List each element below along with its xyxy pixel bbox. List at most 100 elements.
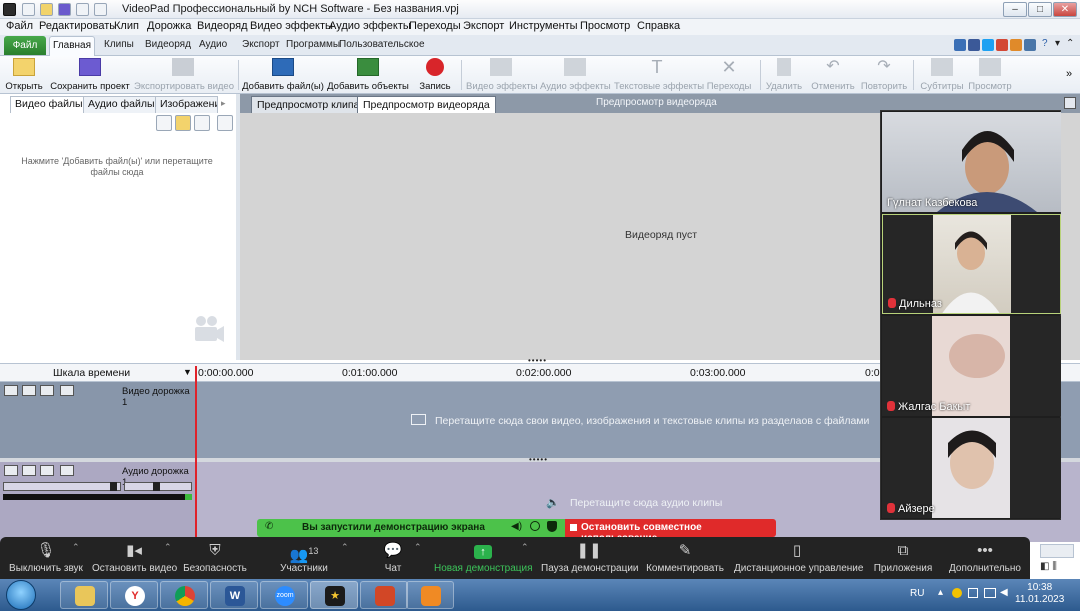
tray-expand-icon[interactable]: ▴ (938, 587, 943, 598)
clock-icon[interactable] (530, 521, 540, 531)
delete-button[interactable]: Удалить (764, 58, 804, 94)
tab-home[interactable]: Главная (49, 36, 95, 56)
lock-track-icon[interactable] (60, 385, 74, 396)
shield-icon[interactable] (547, 521, 557, 532)
save-icon[interactable] (58, 3, 71, 16)
save-project-button[interactable]: Сохранить проект (50, 58, 130, 94)
menu-sequence[interactable]: Видеоряд (197, 20, 248, 32)
tab-sequence[interactable]: Видеоряд (145, 39, 191, 50)
tab-file[interactable]: Файл (4, 36, 46, 55)
tab-scroll-right-icon[interactable]: ▸ (221, 98, 226, 109)
text-effects-button[interactable]: T Текстовые эффекты (614, 58, 704, 94)
track-effects-icon[interactable] (40, 385, 54, 396)
timeline-dropdown-icon[interactable]: ▼ (183, 367, 192, 377)
tab-images[interactable]: Изображени (155, 96, 218, 113)
volume-icon[interactable]: ◀ (1000, 587, 1008, 598)
participant-tile[interactable]: Дильназ (882, 214, 1061, 314)
redo-button[interactable]: ↷ Повторить (860, 58, 908, 94)
menu-export[interactable]: Экспорт (463, 20, 504, 32)
undock-icon[interactable] (217, 115, 233, 131)
tab-clips[interactable]: Клипы (104, 39, 134, 50)
tab-programs[interactable]: Программы (286, 39, 340, 50)
menu-video-effects[interactable]: Видео эффекты (250, 20, 333, 32)
preview-button[interactable]: Просмотр (968, 58, 1012, 94)
menu-transitions[interactable]: Переходы (409, 20, 461, 32)
chevron-up-icon[interactable]: ⌃ (341, 542, 349, 553)
transitions-button[interactable]: ✕ Переходы (704, 58, 754, 94)
clock[interactable]: 10:38 11.01.2023 (1015, 582, 1064, 606)
menu-track[interactable]: Дорожка (147, 20, 191, 32)
menu-help[interactable]: Справка (637, 20, 680, 32)
tab-audio[interactable]: Аудио (199, 39, 227, 50)
zoom-scroll-control[interactable] (1040, 544, 1074, 558)
redo-icon[interactable] (94, 3, 107, 16)
add-files-button[interactable]: Добавить файл(ы) (242, 58, 324, 94)
network-icon[interactable] (984, 588, 996, 598)
flag-icon[interactable] (968, 588, 978, 598)
help-icon[interactable]: ? (1042, 38, 1048, 49)
taskbar-explorer[interactable] (60, 581, 108, 609)
taskbar-chrome[interactable] (160, 581, 208, 609)
tab-clip-preview[interactable]: Предпросмотр клипа (251, 96, 366, 113)
options-chevron-icon[interactable]: ▾ (1055, 38, 1060, 49)
pan-slider[interactable] (124, 482, 192, 491)
subtitles-button[interactable]: Субтитры (918, 58, 966, 94)
participants-button[interactable]: 👥13 Участники (276, 537, 332, 579)
stop-share-button[interactable]: Остановить совместное использование (565, 519, 776, 544)
add-objects-button[interactable]: Добавить объекты (327, 58, 409, 94)
new-share-button[interactable]: ↑ Новая демонстрация (434, 537, 533, 579)
new-icon[interactable] (22, 3, 35, 16)
menu-view[interactable]: Просмотр (580, 20, 630, 32)
visibility-eye-icon[interactable] (22, 385, 36, 396)
maximize-button[interactable]: □ (1028, 2, 1052, 17)
screen-share-banner[interactable]: ✆ Вы запустили демонстрацию экрана ◀) (257, 519, 565, 537)
taskbar-powerpoint[interactable] (360, 581, 408, 609)
apps-button[interactable]: ⧉ Приложения (872, 537, 934, 579)
menu-edit[interactable]: Редактировать (39, 20, 115, 32)
menu-tools[interactable]: Инструменты (509, 20, 578, 32)
like-icon[interactable] (954, 39, 966, 51)
menu-clip[interactable]: Клип (114, 20, 139, 32)
add-folder-icon[interactable] (175, 115, 191, 131)
share-icon[interactable] (1010, 39, 1022, 51)
list-view-icon[interactable] (194, 115, 210, 131)
annotate-button[interactable]: ✎ Комментировать (646, 537, 724, 579)
social-icon[interactable] (1024, 39, 1036, 51)
close-button[interactable]: ✕ (1053, 2, 1077, 17)
pause-share-button[interactable]: ❚❚ Пауза демонстрации (541, 537, 639, 579)
participant-tile[interactable]: Айзере (882, 418, 1061, 518)
more-button[interactable]: ••• Дополнительно (948, 537, 1022, 579)
volume-slider[interactable] (3, 482, 121, 491)
sliders-icon[interactable]: ◧ ⫼ (1040, 561, 1074, 577)
open-button[interactable]: Открыть (4, 58, 44, 94)
google-plus-icon[interactable] (996, 39, 1008, 51)
participant-tile[interactable]: Гүлнат Казбекова (882, 112, 1061, 212)
undo-button[interactable]: ↶ Отменить (810, 58, 856, 94)
security-button[interactable]: ⛨ Безопасность (182, 537, 248, 579)
video-effects-button[interactable]: Видео эффекты (466, 58, 538, 94)
menu-file[interactable]: Файл (6, 20, 33, 32)
facebook-icon[interactable] (968, 39, 980, 51)
ribbon-overflow-icon[interactable]: » (1066, 68, 1072, 80)
language-indicator[interactable]: RU (910, 588, 924, 599)
minimize-button[interactable]: – (1003, 2, 1027, 17)
open-folder-icon[interactable] (40, 3, 53, 16)
chevron-up-icon[interactable]: ⌃ (521, 542, 529, 553)
taskbar-media-player[interactable] (406, 581, 454, 609)
undo-icon[interactable] (76, 3, 89, 16)
tab-sequence-preview[interactable]: Предпросмотр видеоряда (357, 96, 496, 113)
speaker-icon[interactable] (22, 465, 36, 476)
taskbar-word[interactable]: W (210, 581, 258, 609)
export-video-button[interactable]: Экспортировать видео (134, 58, 234, 94)
remote-control-button[interactable]: ▯ Дистанционное управление (734, 537, 863, 579)
record-button[interactable]: Запись (415, 58, 455, 94)
participant-tile[interactable]: Жалгас Бакыт (882, 316, 1061, 416)
speaker-icon[interactable]: ◀) (511, 521, 522, 532)
twitter-icon[interactable] (982, 39, 994, 51)
tab-video-files[interactable]: Видео файлы (10, 96, 88, 113)
playhead[interactable] (195, 366, 197, 542)
collapse-track-icon[interactable] (4, 385, 18, 396)
taskbar-videopad[interactable]: ★ (310, 581, 358, 609)
menu-audio-effects[interactable]: Аудио эффекты (329, 20, 411, 32)
chat-button[interactable]: 💬 Чат (376, 537, 410, 579)
